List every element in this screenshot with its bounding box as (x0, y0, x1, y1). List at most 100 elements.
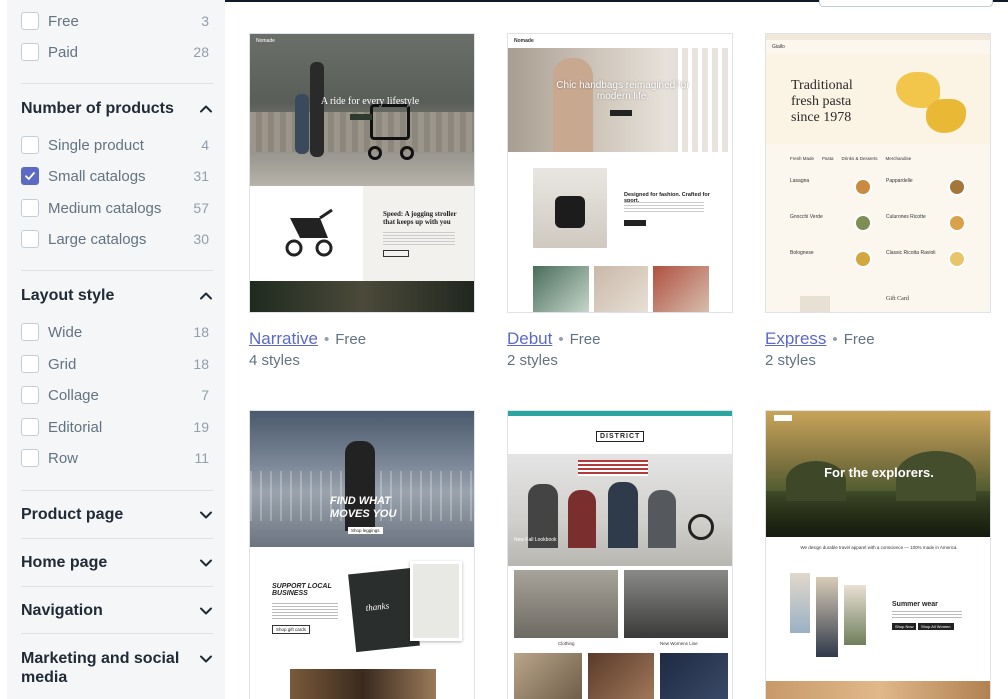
shop-all-women-button[interactable]: Shop All Women (918, 623, 954, 630)
theme-preview-debut[interactable]: Nomade Chic handbags reimagined for mode… (507, 33, 733, 313)
section-title: Number of products (21, 100, 174, 117)
mini-nav: Nomade (508, 34, 732, 48)
checkbox[interactable] (21, 12, 39, 30)
top-search-input[interactable] (819, 0, 993, 7)
cta-button[interactable]: Shop leggings (348, 527, 383, 534)
checkbox[interactable] (21, 199, 39, 217)
menu-item: Bolognese (790, 250, 814, 256)
section-title: Product page (21, 506, 124, 523)
checkbox[interactable] (21, 323, 39, 341)
checkbox[interactable] (21, 449, 39, 467)
section-title: Home page (21, 554, 108, 571)
theme-name-link[interactable]: Narrative (249, 329, 318, 348)
filter-count: 57 (193, 200, 209, 216)
category-tabs: Fresh Made Pasta Drinks & Desserts Merch… (790, 156, 970, 161)
filter-count: 4 (201, 137, 209, 153)
filter-option-small-catalogs[interactable]: Small catalogs 31 (21, 165, 209, 187)
separator-dot: • (832, 331, 838, 348)
divider (21, 270, 213, 271)
section-navigation[interactable]: Navigation (21, 601, 213, 620)
filter-option-grid[interactable]: Grid 18 (21, 353, 209, 375)
filter-count: 3 (201, 13, 209, 29)
category-tab[interactable]: Pasta (822, 156, 834, 161)
checkbox[interactable] (21, 355, 39, 373)
section-number-of-products[interactable]: Number of products (21, 99, 213, 118)
divider (21, 633, 213, 634)
chevron-down-icon (200, 511, 212, 519)
hero-caption: New Fall Lookbook (514, 537, 557, 543)
theme-preview-4[interactable]: FIND WHAT MOVES YOU Shop leggings SUPPOR… (249, 410, 475, 699)
feature-title: SUPPORT LOCAL BUSINESS (272, 583, 332, 597)
feature-title: Speed: A jogging stroller that keeps up … (383, 210, 457, 226)
filter-count: 18 (193, 324, 209, 340)
card-script: thanks (365, 600, 390, 613)
hero-photo (508, 454, 732, 566)
filter-option-wide[interactable]: Wide 18 (21, 321, 209, 343)
filter-option-large-catalogs[interactable]: Large catalogs 30 (21, 228, 209, 250)
filter-label: Wide (48, 323, 83, 341)
theme-price: Free (843, 331, 875, 348)
chevron-up-icon (200, 292, 212, 300)
theme-meta: Debut • Free (507, 329, 600, 349)
filter-label: Grid (48, 355, 77, 373)
filter-count: 18 (193, 356, 209, 372)
filter-option-row[interactable]: Row 11 (21, 447, 209, 469)
theme-preview-5[interactable]: DISTRICT New Fall Lookbook Clothing New … (507, 410, 733, 699)
category-tab[interactable]: Drinks & Desserts (842, 156, 878, 161)
chevron-down-icon (200, 607, 212, 615)
theme-preview-6[interactable]: For the explorers. We design durable tra… (765, 410, 991, 699)
product-photo (533, 168, 607, 248)
filter-label: Editorial (48, 418, 103, 436)
checkbox[interactable] (21, 386, 39, 404)
gift-card-label: Gift Card (886, 296, 909, 302)
section-title: Navigation (21, 602, 103, 619)
divider (21, 538, 213, 539)
brand: Giallo (772, 44, 785, 50)
theme-styles: 2 styles (765, 352, 816, 369)
checkbox[interactable] (21, 136, 39, 154)
hero-photo (250, 34, 474, 186)
filter-option-paid[interactable]: Paid 28 (21, 41, 209, 63)
tile-label: New Womens Line (660, 641, 698, 646)
filter-option-medium-catalogs[interactable]: Medium catalogs 57 (21, 197, 209, 219)
filter-sidebar: Free 3 Paid 28 Number of products Single… (7, 0, 225, 699)
checkbox-checked[interactable] (21, 167, 39, 185)
separator-dot: • (323, 331, 330, 348)
filter-label: Paid (48, 43, 79, 61)
checkbox[interactable] (21, 418, 39, 436)
filter-count: 19 (193, 419, 209, 435)
theme-preview-express[interactable]: Giallo Traditional fresh pasta since 197… (765, 33, 991, 313)
filter-label: Small catalogs (48, 167, 146, 185)
feature-cta[interactable]: Shop gift cards (272, 625, 311, 634)
filter-option-editorial[interactable]: Editorial 19 (21, 416, 209, 438)
menu-item: Lasagna (790, 178, 810, 184)
filter-option-free[interactable]: Free 3 (21, 10, 209, 32)
brand: DISTRICT (596, 431, 645, 442)
chevron-down-icon (200, 559, 212, 567)
theme-styles: 2 styles (507, 352, 558, 369)
filter-count: 7 (201, 387, 209, 403)
mini-nav: Nomade (250, 34, 474, 48)
category-tab[interactable]: Merchandise (886, 156, 912, 161)
category-tab[interactable]: Fresh Made (790, 156, 814, 161)
filter-option-single-product[interactable]: Single product 4 (21, 134, 209, 156)
theme-meta: Narrative • Free (249, 329, 366, 349)
divider (21, 83, 213, 84)
theme-preview-narrative[interactable]: Nomade A ride for every lifestyle Speed:… (249, 33, 475, 313)
section-product-page[interactable]: Product page (21, 505, 213, 524)
checkbox[interactable] (21, 230, 39, 248)
menu-item: Pappardelle (886, 178, 913, 184)
theme-name-link[interactable]: Debut (507, 329, 552, 348)
section-home-page[interactable]: Home page (21, 553, 213, 572)
mini-nav: Giallo (766, 40, 990, 54)
theme-styles: 4 styles (249, 352, 300, 369)
hero-text: FIND WHAT MOVES YOU (330, 495, 397, 520)
checkbox[interactable] (21, 43, 39, 61)
feature-title: Summer wear (892, 601, 938, 608)
section-layout-style[interactable]: Layout style (21, 286, 213, 305)
section-marketing-social[interactable]: Marketing and social media (21, 649, 213, 687)
theme-name-link[interactable]: Express (765, 329, 826, 348)
filter-label: Collage (48, 386, 99, 404)
shop-now-button[interactable]: Shop Now (892, 623, 917, 630)
filter-option-collage[interactable]: Collage 7 (21, 384, 209, 406)
